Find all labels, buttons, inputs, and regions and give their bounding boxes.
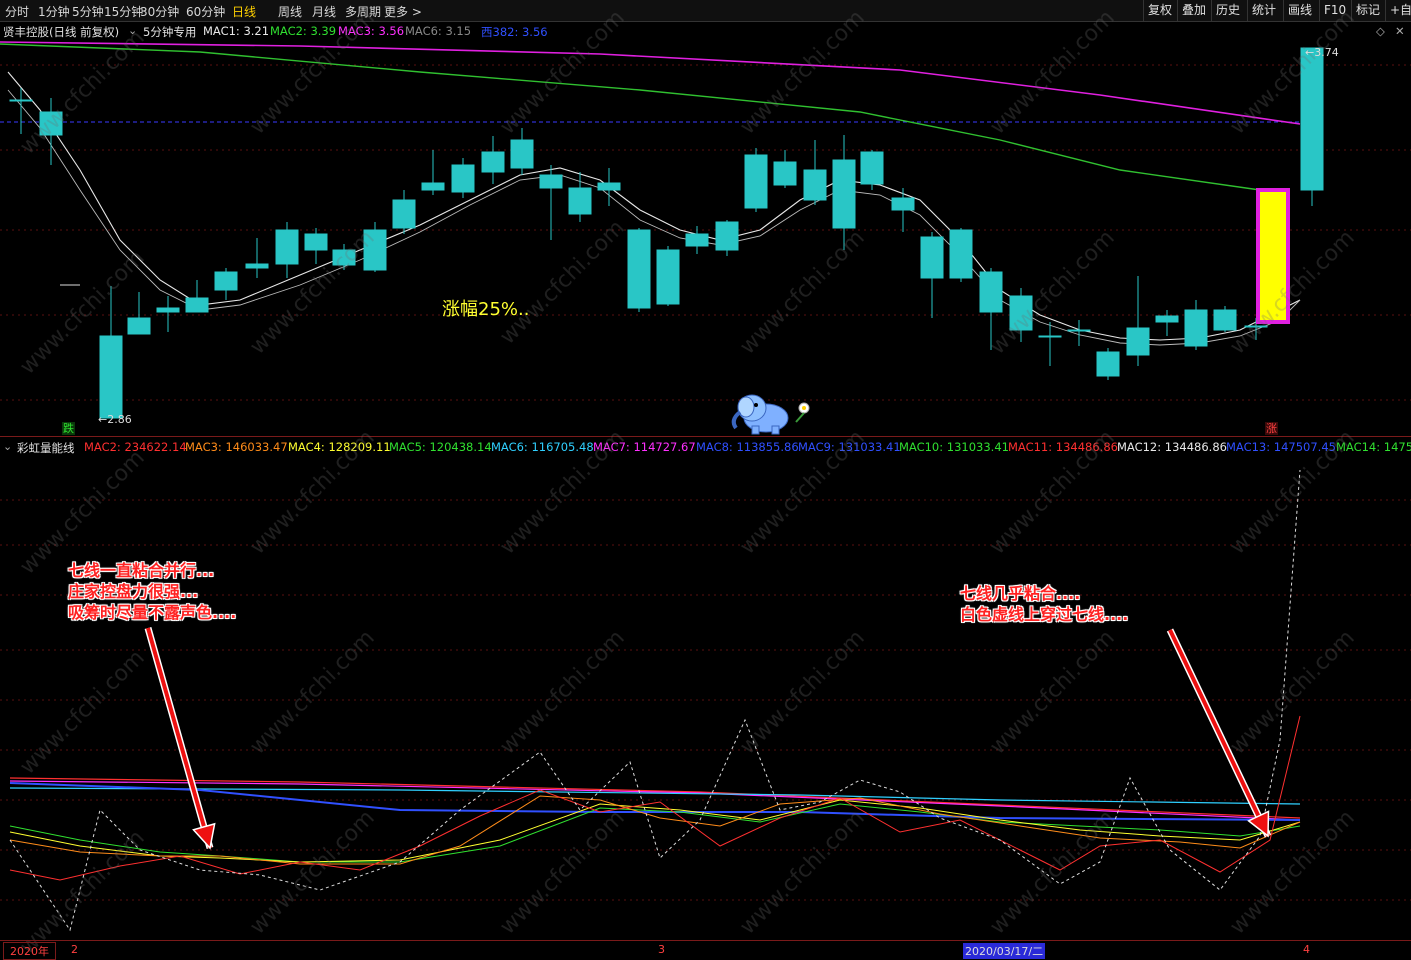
- candle-body: [1184, 309, 1208, 347]
- candle-body: [185, 297, 209, 313]
- high-price-label: ←3.74: [1305, 46, 1339, 59]
- candle-body: [744, 154, 768, 209]
- up-marker: 涨: [1265, 422, 1278, 435]
- candle-body: [245, 263, 269, 269]
- candle-body: [9, 99, 33, 102]
- candle-body: [920, 236, 944, 279]
- time-axis: 2020年 2 3 2020/03/17/二 4: [0, 940, 1411, 960]
- candle-body: [99, 335, 123, 419]
- candle-body: [510, 139, 534, 169]
- annotation-arrow-left: [146, 627, 212, 849]
- candle-body: [656, 249, 680, 305]
- candle-body: [275, 229, 299, 265]
- candle-body: [891, 197, 915, 211]
- low-price-value: 2.86: [107, 413, 132, 426]
- candle-body: [451, 164, 475, 193]
- candle-body: [363, 229, 387, 271]
- candle-body: [1244, 325, 1268, 328]
- candle-body: [332, 249, 356, 266]
- ma-magenta-line: [0, 41, 1301, 125]
- candle-body: [715, 221, 739, 251]
- cursor-date-label: 2020/03/17/二: [963, 943, 1046, 959]
- candle-body: [627, 229, 651, 309]
- candle-body: [421, 182, 445, 191]
- ma-green-line: [0, 43, 1261, 191]
- candle-body: [1300, 47, 1324, 191]
- candle-body: [1096, 351, 1120, 377]
- candle-body: [1155, 315, 1179, 323]
- gain-label: 涨幅25%..: [442, 299, 530, 320]
- candle-body: [979, 271, 1003, 313]
- annotation-left-line: 吸筹时尽量不露声色....: [68, 603, 237, 622]
- month-4-label: 4: [1303, 943, 1310, 956]
- month-3-label: 3: [658, 943, 665, 956]
- candle-body: [39, 111, 63, 136]
- candle-body: [1213, 309, 1237, 331]
- annotation-arrow-left: [192, 822, 216, 850]
- candle-body: [304, 233, 328, 251]
- candle-body: [597, 182, 621, 191]
- elephant-mascot-icon[interactable]: [726, 390, 814, 436]
- candle-body: [214, 271, 238, 291]
- candle-body: [1067, 329, 1091, 332]
- annotation-left-line: 七线一直粘合并行...: [68, 561, 215, 580]
- candle-body: [127, 317, 151, 335]
- candle-body: [860, 151, 884, 185]
- high-price-value: 3.74: [1314, 46, 1339, 59]
- candle-body: [832, 159, 856, 229]
- low-price-label: ←2.86: [98, 413, 132, 426]
- chart-canvas[interactable]: [0, 0, 1411, 940]
- annotation-left-line: 庄家控盘力很强...: [68, 582, 199, 601]
- month-2-label: 2: [71, 943, 78, 956]
- candle-body: [1038, 335, 1062, 338]
- candle-body: [1126, 327, 1150, 356]
- candle-body: [568, 187, 592, 215]
- candle-body: [949, 229, 973, 279]
- annotation-left: 七线一直粘合并行... 庄家控盘力很强... 吸筹时尽量不露声色....: [68, 560, 236, 623]
- candle-body: [156, 307, 180, 313]
- candle-body: [1009, 295, 1033, 331]
- candle-body: [685, 233, 709, 247]
- highlight-bar: [1256, 188, 1290, 324]
- candle-body: [392, 199, 416, 229]
- down-marker: 跌: [62, 422, 75, 435]
- annotation-right: 七线几乎粘合.... 白色虚线上穿过七线....: [960, 583, 1128, 625]
- annotation-arrow-right: [1168, 629, 1270, 837]
- candle-body: [803, 169, 827, 201]
- year-label: 2020年: [3, 942, 56, 960]
- candle-body: [539, 174, 563, 189]
- annotation-right-line: 白色虚线上穿过七线....: [960, 605, 1129, 624]
- candle-body: [481, 151, 505, 173]
- annotation-right-line: 七线几乎粘合....: [960, 584, 1081, 603]
- candle-body: [773, 161, 797, 186]
